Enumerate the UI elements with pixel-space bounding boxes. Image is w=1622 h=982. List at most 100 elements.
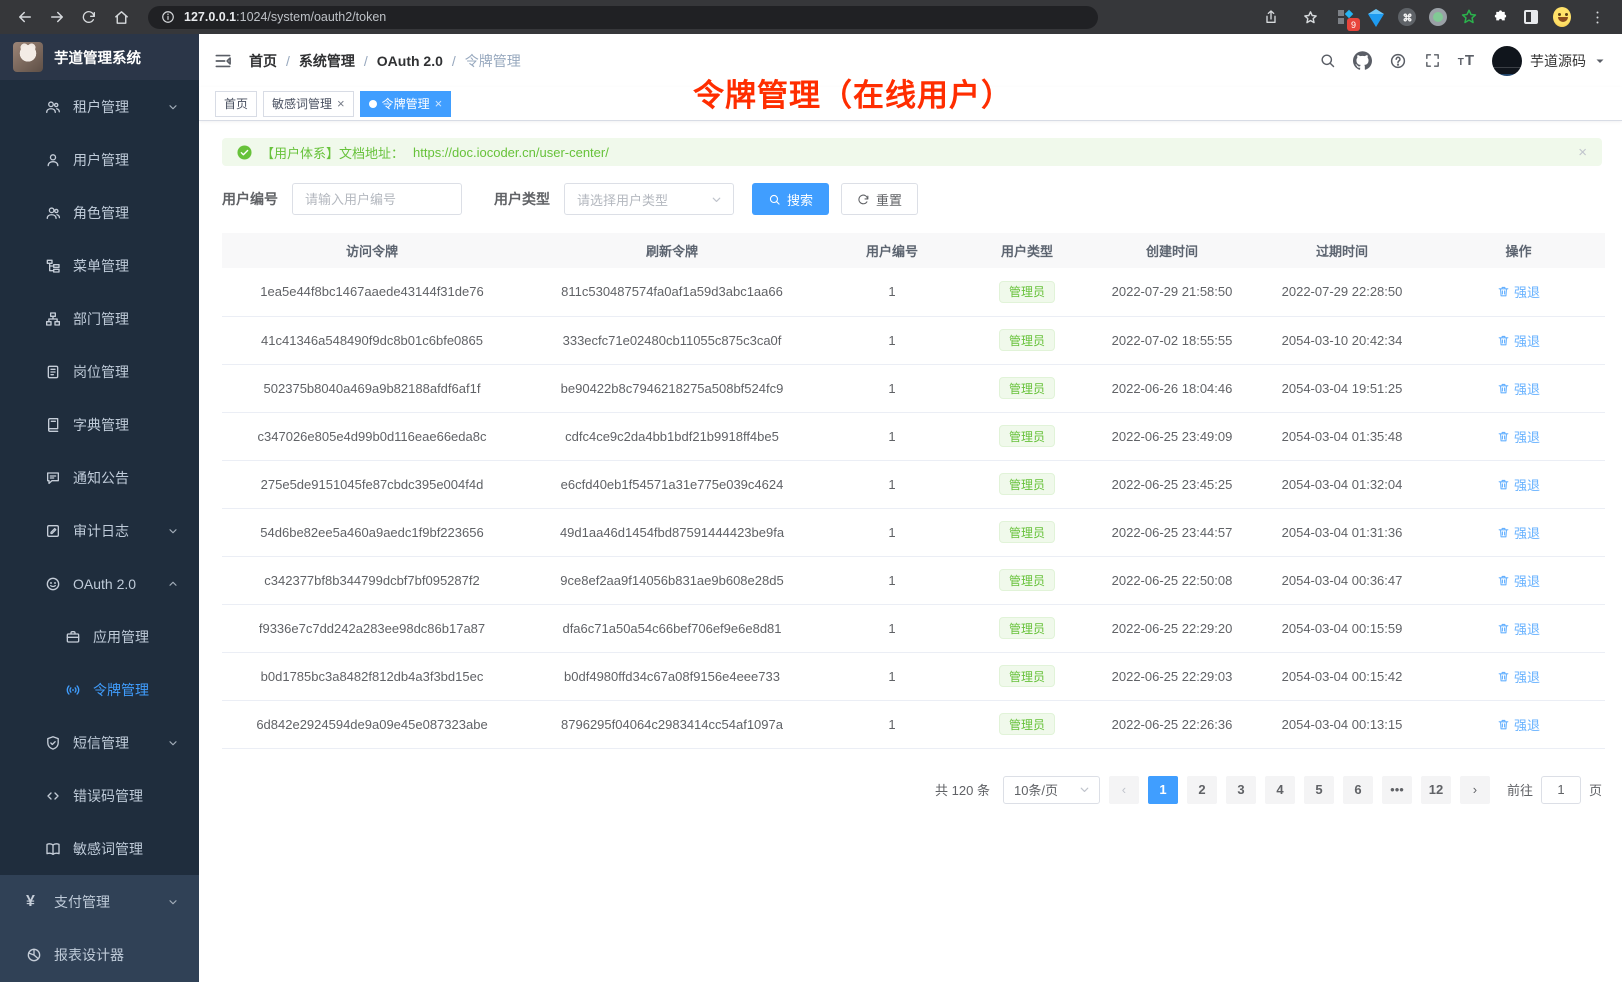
sidebar-item-部门管理[interactable]: 部门管理 — [0, 292, 199, 345]
sidebar-item-短信管理[interactable]: 短信管理 — [0, 716, 199, 769]
home-icon[interactable] — [108, 4, 134, 30]
sidebar-item-令牌管理[interactable]: 令牌管理 — [0, 663, 199, 716]
sidebar-item-用户管理[interactable]: 用户管理 — [0, 133, 199, 186]
info-icon[interactable] — [160, 9, 176, 25]
tab-敏感词管理[interactable]: 敏感词管理× — [263, 91, 354, 117]
refresh-token-cell: e6cfd40eb1f54571a31e775e039c4624 — [522, 460, 822, 508]
chevron-down-icon — [710, 193, 723, 206]
github-icon[interactable] — [1353, 51, 1372, 70]
alert-link[interactable]: https://doc.iocoder.cn/user-center/ — [413, 145, 609, 160]
user-type-select[interactable]: 请选择用户类型 — [564, 183, 734, 215]
breadcrumb-item[interactable]: 系统管理 — [299, 51, 355, 71]
force-logout-label: 强退 — [1514, 715, 1540, 734]
page-ellipsis[interactable]: ••• — [1382, 776, 1412, 804]
alert-close-icon[interactable]: × — [1578, 145, 1587, 160]
sidebar-item-OAuth 2.0[interactable]: OAuth 2.0 — [0, 557, 199, 610]
prev-page-button[interactable]: ‹ — [1109, 776, 1139, 804]
next-page-button[interactable]: › — [1460, 776, 1490, 804]
trash-icon — [1497, 622, 1510, 635]
sidebar-item-通知公告[interactable]: 通知公告 — [0, 451, 199, 504]
record-circle-icon[interactable] — [1429, 8, 1447, 26]
force-logout-button[interactable]: 强退 — [1497, 282, 1540, 301]
puzzle-icon[interactable] — [1491, 8, 1509, 26]
page-button-2[interactable]: 2 — [1187, 776, 1217, 804]
kebab-menu-icon[interactable] — [1584, 4, 1610, 30]
app-briefcase-icon — [65, 629, 81, 645]
page-button-3[interactable]: 3 — [1226, 776, 1256, 804]
user-id-input[interactable] — [292, 183, 462, 215]
force-logout-button[interactable]: 强退 — [1497, 331, 1540, 350]
sidebar-item-敏感词管理[interactable]: 敏感词管理 — [0, 822, 199, 875]
tab-令牌管理[interactable]: 令牌管理× — [360, 91, 452, 117]
table-row: 6d842e2924594de9a09e45e087323abe8796295f… — [222, 700, 1605, 748]
refresh-token-cell: 9ce8ef2aa9f14056b831ae9b608e28d5 — [522, 556, 822, 604]
force-logout-button[interactable]: 强退 — [1497, 427, 1540, 446]
sidebar-item-菜单管理[interactable]: 菜单管理 — [0, 239, 199, 292]
action-cell: 强退 — [1432, 412, 1605, 460]
force-logout-button[interactable]: 强退 — [1497, 715, 1540, 734]
page-button-4[interactable]: 4 — [1265, 776, 1295, 804]
sidebar-item-租户管理[interactable]: 租户管理 — [0, 80, 199, 133]
gem-icon[interactable] — [1367, 8, 1385, 26]
trash-icon — [1497, 718, 1510, 731]
close-icon[interactable]: × — [337, 97, 345, 110]
back-icon[interactable] — [12, 4, 38, 30]
sidebar-item-报表设计器[interactable]: 报表设计器 — [0, 928, 199, 981]
close-icon[interactable]: × — [435, 97, 443, 110]
force-logout-button[interactable]: 强退 — [1497, 379, 1540, 398]
create-time-cell: 2022-06-25 22:26:36 — [1092, 700, 1252, 748]
fullscreen-icon[interactable] — [1424, 52, 1441, 69]
help-icon[interactable] — [1389, 52, 1407, 70]
goto-page-input[interactable] — [1541, 776, 1581, 804]
sidebar-item-审计日志[interactable]: 审计日志 — [0, 504, 199, 557]
address-bar[interactable]: 127.0.0.1:1024/system/oauth2/token — [148, 6, 1098, 29]
sidebar-item-角色管理[interactable]: 角色管理 — [0, 186, 199, 239]
reset-button[interactable]: 重置 — [841, 183, 918, 215]
breadcrumb-item[interactable]: OAuth 2.0 — [377, 53, 443, 69]
page-button-1[interactable]: 1 — [1148, 776, 1178, 804]
force-logout-button[interactable]: 强退 — [1497, 523, 1540, 542]
hamburger-icon[interactable] — [213, 51, 233, 71]
extensions-grid-icon[interactable]: 9 — [1336, 8, 1354, 26]
sidebar-item-应用管理[interactable]: 应用管理 — [0, 610, 199, 663]
page-button-5[interactable]: 5 — [1304, 776, 1334, 804]
menu-tree-icon — [45, 258, 61, 274]
sidebar-item-错误码管理[interactable]: 错误码管理 — [0, 769, 199, 822]
create-time-cell: 2022-07-29 21:58:50 — [1092, 268, 1252, 316]
forward-icon[interactable] — [44, 4, 70, 30]
table-header-cell: 创建时间 — [1092, 233, 1252, 268]
search-button[interactable]: 搜索 — [752, 183, 829, 215]
sidebar-item-支付管理[interactable]: ¥支付管理 — [0, 875, 199, 928]
reload-icon[interactable] — [76, 4, 102, 30]
force-logout-button[interactable]: 强退 — [1497, 619, 1540, 638]
page-size-select[interactable]: 10条/页 — [1003, 776, 1100, 804]
search-icon[interactable] — [1319, 52, 1336, 69]
breadcrumb-item[interactable]: 首页 — [249, 51, 277, 71]
username: 芋道源码 — [1530, 51, 1586, 71]
force-logout-button[interactable]: 强退 — [1497, 667, 1540, 686]
tab-label: 首页 — [224, 95, 248, 112]
breadcrumb-separator: / — [452, 53, 456, 69]
page-button-12[interactable]: 12 — [1421, 776, 1451, 804]
page-button-6[interactable]: 6 — [1343, 776, 1373, 804]
force-logout-button[interactable]: 强退 — [1497, 475, 1540, 494]
breadcrumb: 首页/系统管理/OAuth 2.0/令牌管理 — [249, 51, 521, 71]
tab-首页[interactable]: 首页 — [215, 91, 257, 117]
emoji-avatar-icon[interactable] — [1553, 8, 1571, 26]
share-icon[interactable] — [1258, 4, 1284, 30]
command-circle-icon[interactable] — [1398, 8, 1416, 26]
action-cell: 强退 — [1432, 556, 1605, 604]
force-logout-button[interactable]: 强退 — [1497, 571, 1540, 590]
pagination-total: 共 120 条 — [935, 780, 990, 799]
sidebar-item-字典管理[interactable]: 字典管理 — [0, 398, 199, 451]
app-logo[interactable]: 芋道管理系统 — [0, 34, 199, 80]
user-id-cell: 1 — [822, 556, 962, 604]
user-type-tag: 管理员 — [999, 473, 1055, 495]
font-size-icon[interactable]: TT — [1458, 53, 1475, 68]
access-token-cell: 502375b8040a469a9b82188afdf6af1f — [222, 364, 522, 412]
user-menu[interactable]: 芋道源码 — [1492, 46, 1606, 76]
reading-list-icon[interactable] — [1522, 8, 1540, 26]
sidebar-item-岗位管理[interactable]: 岗位管理 — [0, 345, 199, 398]
bookmark-star-icon[interactable] — [1297, 4, 1323, 30]
green-star-icon[interactable] — [1460, 8, 1478, 26]
